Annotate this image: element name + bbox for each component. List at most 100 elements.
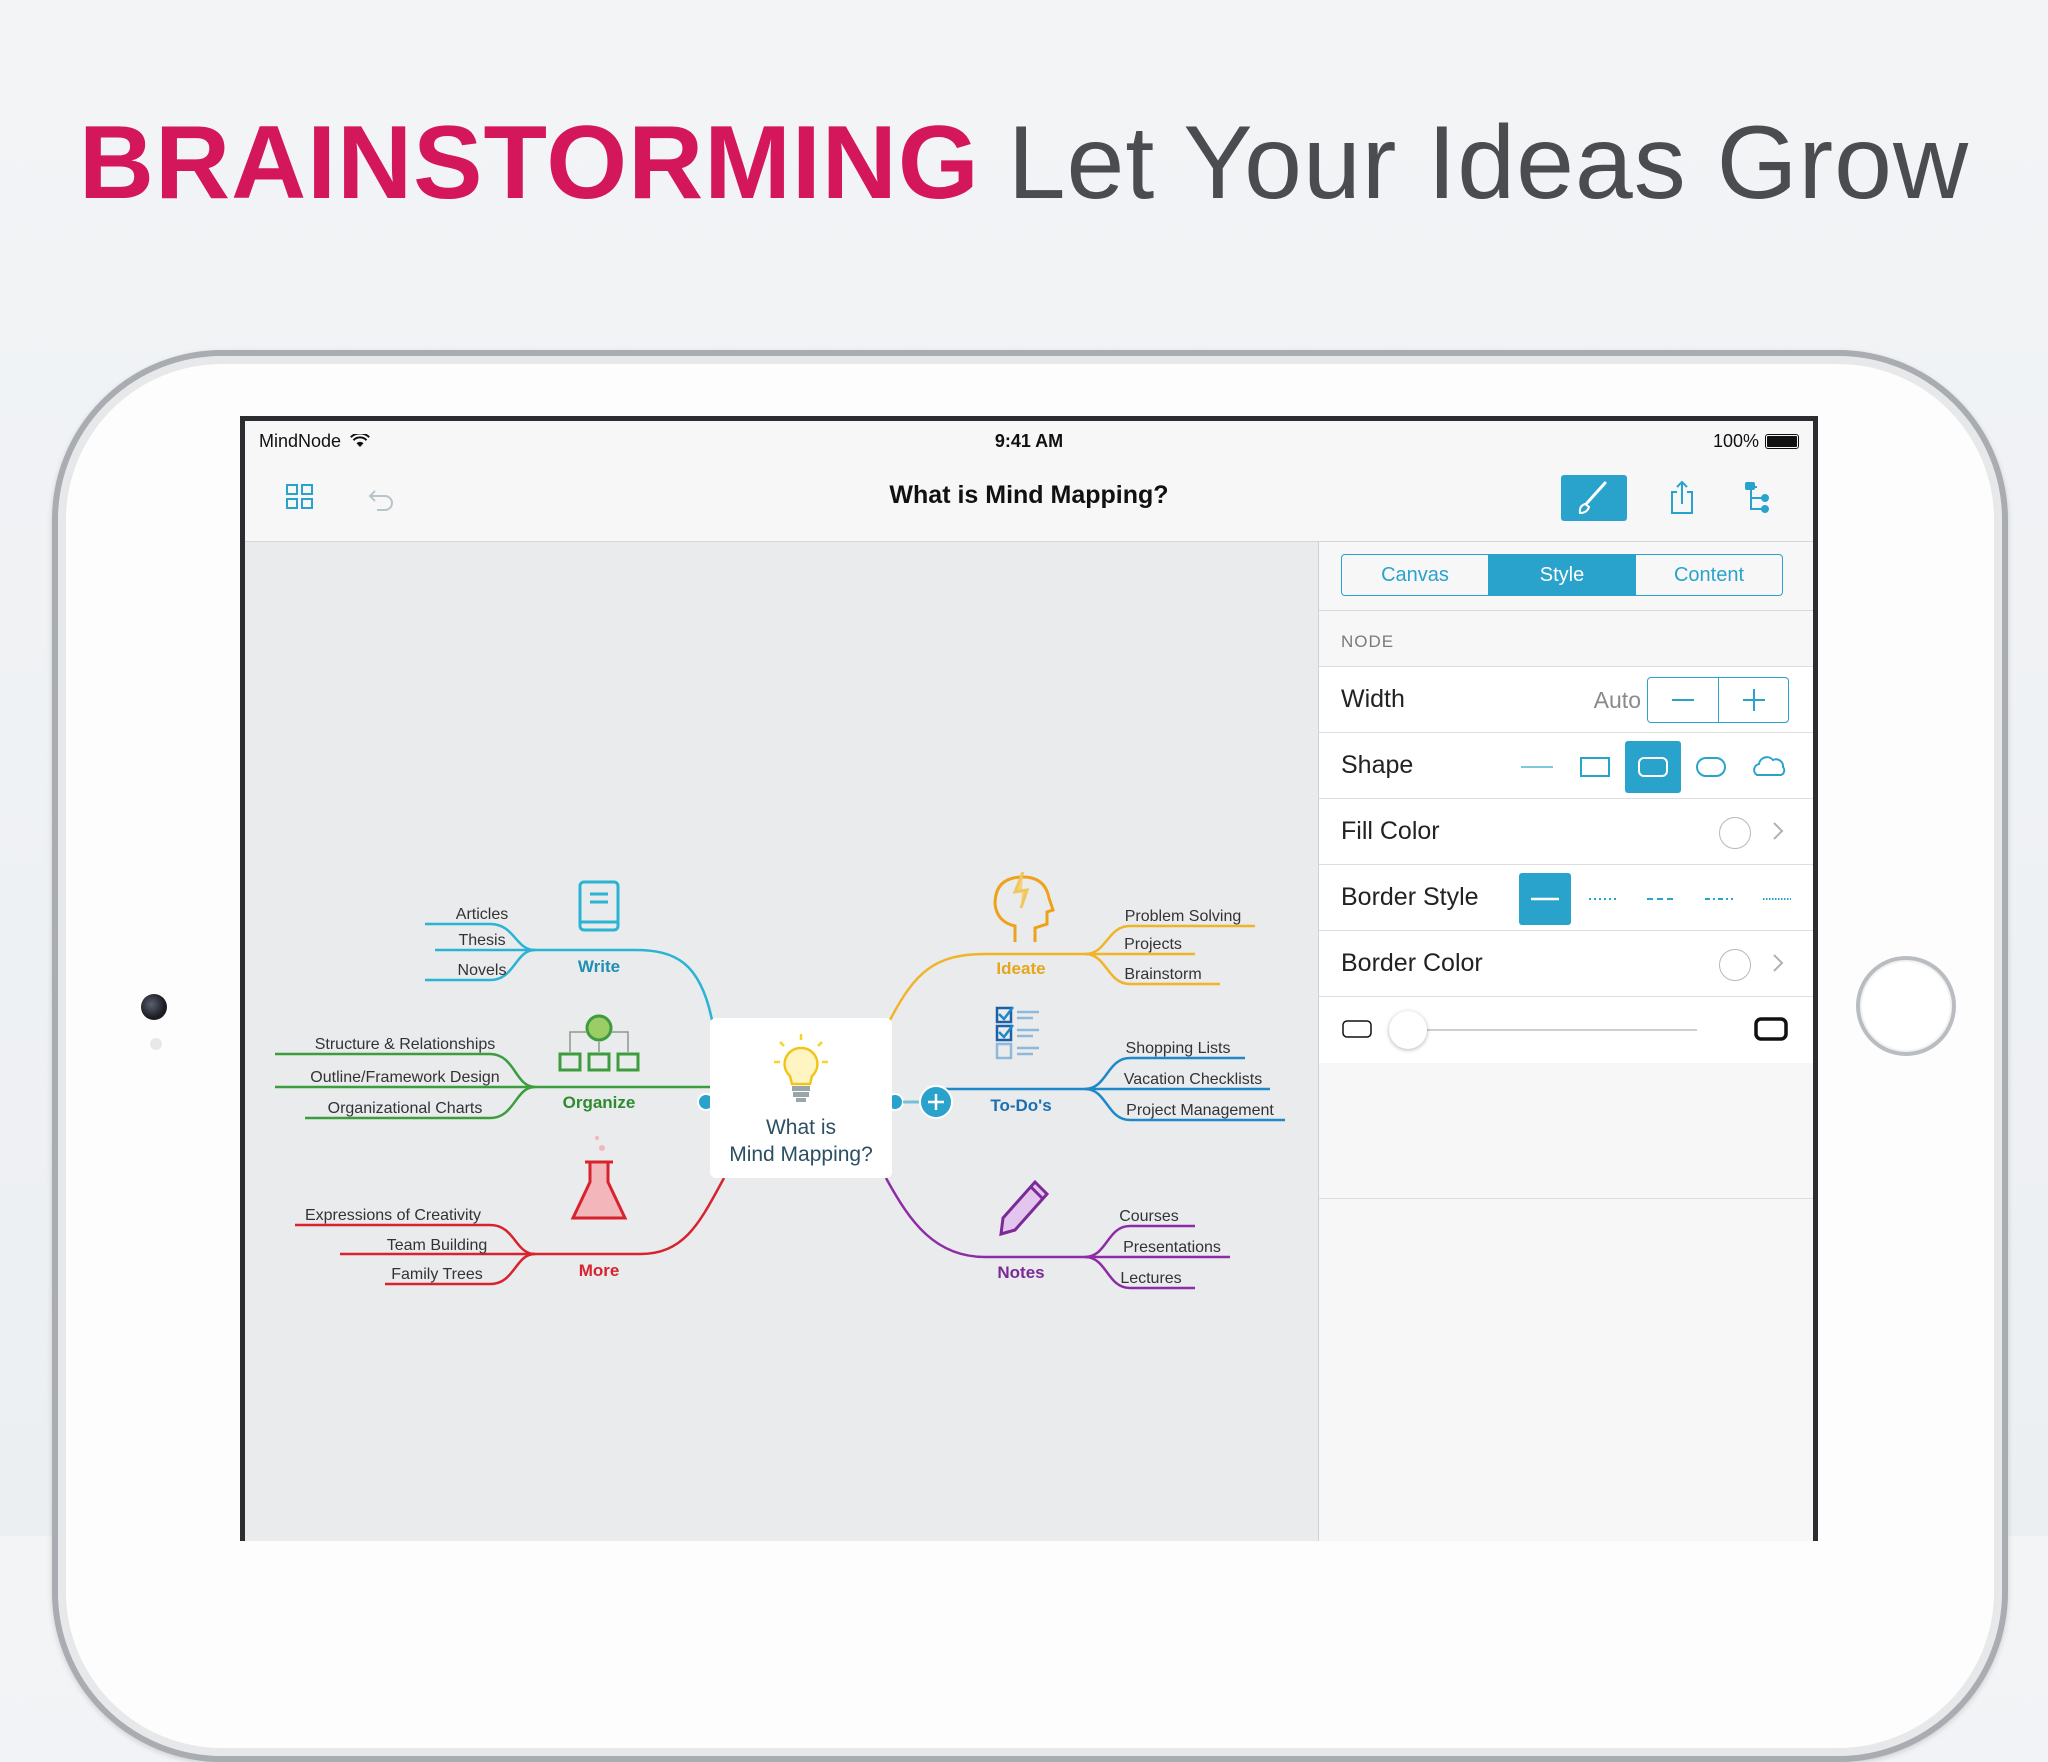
branch-label-ideate: Ideate	[996, 959, 1045, 978]
leaf-articles: Articles	[456, 906, 508, 923]
border-color-row[interactable]: Border Color	[1319, 930, 1813, 997]
shape-label: Shape	[1341, 751, 1414, 779]
leaf-teambuilding: Team Building	[387, 1237, 488, 1254]
shape-cloud-option[interactable]	[1741, 741, 1797, 793]
section-header: NODE	[1341, 632, 1395, 651]
chevron-right-icon	[1773, 822, 1784, 840]
camera-icon	[141, 994, 167, 1020]
increase-width-button[interactable]	[1719, 678, 1789, 722]
home-button[interactable]	[1856, 956, 1956, 1056]
more-icon	[570, 1136, 628, 1220]
leaf-creativity: Expressions of Creativity	[305, 1207, 481, 1224]
branch-more	[295, 1177, 726, 1286]
central-node[interactable]: What is Mind Mapping?	[710, 1018, 892, 1178]
border-width-track[interactable]	[1407, 1029, 1697, 1031]
border-color-swatch[interactable]	[1719, 949, 1751, 981]
line-shape-icon	[1521, 766, 1553, 768]
leaf-projects: Projects	[1124, 936, 1182, 953]
lightbulb-icon	[774, 1034, 828, 1102]
fine-dotted-line-icon	[1763, 898, 1791, 900]
leaf-outline: Outline/Framework Design	[310, 1069, 499, 1086]
shape-row: Shape	[1319, 732, 1813, 799]
write-icon	[578, 880, 620, 932]
style-inspector: Canvas Style Content NODE Width Auto Sha…	[1319, 542, 1813, 1541]
decrease-width-button[interactable]	[1648, 678, 1719, 722]
fill-color-row[interactable]: Fill Color	[1319, 798, 1813, 865]
branch-label-organize: Organize	[563, 1093, 636, 1112]
shape-rectangle-option[interactable]	[1567, 741, 1623, 793]
share-icon	[1671, 480, 1693, 514]
leaf-problemsolving: Problem Solving	[1125, 908, 1242, 925]
share-button[interactable]	[1657, 475, 1707, 521]
branch-label-write: Write	[578, 957, 620, 976]
fill-color-swatch[interactable]	[1719, 817, 1751, 849]
plus-icon	[1743, 689, 1765, 711]
thick-border-icon	[1754, 1017, 1788, 1041]
battery-percent: 100%	[1712, 431, 1759, 451]
shape-rounded-option[interactable]	[1625, 741, 1681, 793]
central-line-2: Mind Mapping?	[729, 1143, 873, 1166]
pill-shape-icon	[1696, 757, 1726, 777]
central-line-1: What is	[765, 1116, 836, 1139]
inspector-tabs: Canvas Style Content	[1341, 554, 1783, 596]
ipad-screen: MindNode 9:41 AM 100% What is Mind Mappi…	[240, 416, 1818, 1541]
central-node-label: What is Mind Mapping?	[710, 1114, 892, 1168]
nav-bar: What is Mind Mapping?	[245, 457, 1813, 542]
minus-icon	[1672, 699, 1694, 701]
border-dashdot-option[interactable]	[1693, 873, 1745, 925]
tab-canvas[interactable]: Canvas	[1342, 555, 1489, 595]
add-node-button[interactable]	[919, 1085, 953, 1119]
border-style-label: Border Style	[1341, 883, 1479, 911]
outline-tree-icon	[1745, 482, 1769, 513]
outline-button[interactable]	[1733, 475, 1783, 521]
status-battery: 100%	[1713, 431, 1799, 452]
status-time: 9:41 AM	[994, 431, 1064, 451]
leaf-presentations: Presentations	[1123, 1239, 1221, 1256]
divider	[1319, 1198, 1813, 1199]
todo-list-icon	[995, 1006, 1039, 1060]
leaf-thesis: Thesis	[458, 932, 505, 949]
fill-color-label: Fill Color	[1341, 817, 1440, 845]
leaf-shopping: Shopping Lists	[1126, 1040, 1231, 1057]
status-bar: MindNode 9:41 AM 100%	[245, 421, 1813, 457]
notes-pencil-icon	[999, 1179, 1050, 1237]
width-value: Auto	[1593, 687, 1641, 713]
border-dotted-option[interactable]	[1577, 873, 1629, 925]
shape-pill-option[interactable]	[1683, 741, 1739, 793]
leaf-brainstorm: Brainstorm	[1124, 966, 1201, 983]
chevron-right-icon	[1773, 954, 1784, 972]
rounded-rect-shape-icon	[1638, 757, 1668, 777]
tab-style[interactable]: Style	[1489, 555, 1636, 595]
headline-accent: BRAINSTORMING	[78, 105, 980, 221]
width-row: Width Auto	[1319, 666, 1813, 733]
leaf-vacation: Vacation Checklists	[1124, 1071, 1262, 1088]
style-inspector-button[interactable]	[1561, 475, 1627, 521]
border-finedot-option[interactable]	[1751, 873, 1803, 925]
border-style-row: Border Style	[1319, 864, 1813, 931]
border-solid-option[interactable]	[1519, 873, 1571, 925]
cloud-shape-icon	[1753, 756, 1786, 776]
border-width-slider-thumb[interactable]	[1389, 1011, 1427, 1049]
border-color-label: Border Color	[1341, 949, 1483, 977]
leaf-novels: Novels	[458, 962, 507, 979]
ideate-icon	[993, 871, 1055, 942]
headline: BRAINSTORMING Let Your Ideas Grow	[0, 108, 2048, 218]
branch-label-more: More	[579, 1261, 620, 1280]
leaf-orgcharts: Organizational Charts	[328, 1100, 483, 1117]
headline-rest: Let Your Ideas Grow	[1007, 105, 1970, 221]
tab-content[interactable]: Content	[1636, 555, 1782, 595]
branch-label-todos: To-Do's	[990, 1096, 1051, 1115]
width-stepper	[1647, 677, 1789, 723]
rectangle-shape-icon	[1580, 757, 1610, 777]
dash-dot-line-icon	[1705, 898, 1733, 900]
width-label: Width	[1341, 685, 1405, 713]
dotted-line-icon	[1589, 898, 1617, 900]
battery-icon	[1765, 434, 1799, 449]
border-dashed-option[interactable]	[1635, 873, 1687, 925]
organize-icon	[558, 1014, 640, 1072]
mindmap-canvas[interactable]: Write Articles Thesis Novels Organize St…	[245, 542, 1319, 1541]
sensor	[150, 1038, 162, 1050]
border-width-row	[1319, 996, 1813, 1063]
solid-line-icon	[1531, 897, 1559, 901]
shape-none-option[interactable]	[1509, 741, 1565, 793]
